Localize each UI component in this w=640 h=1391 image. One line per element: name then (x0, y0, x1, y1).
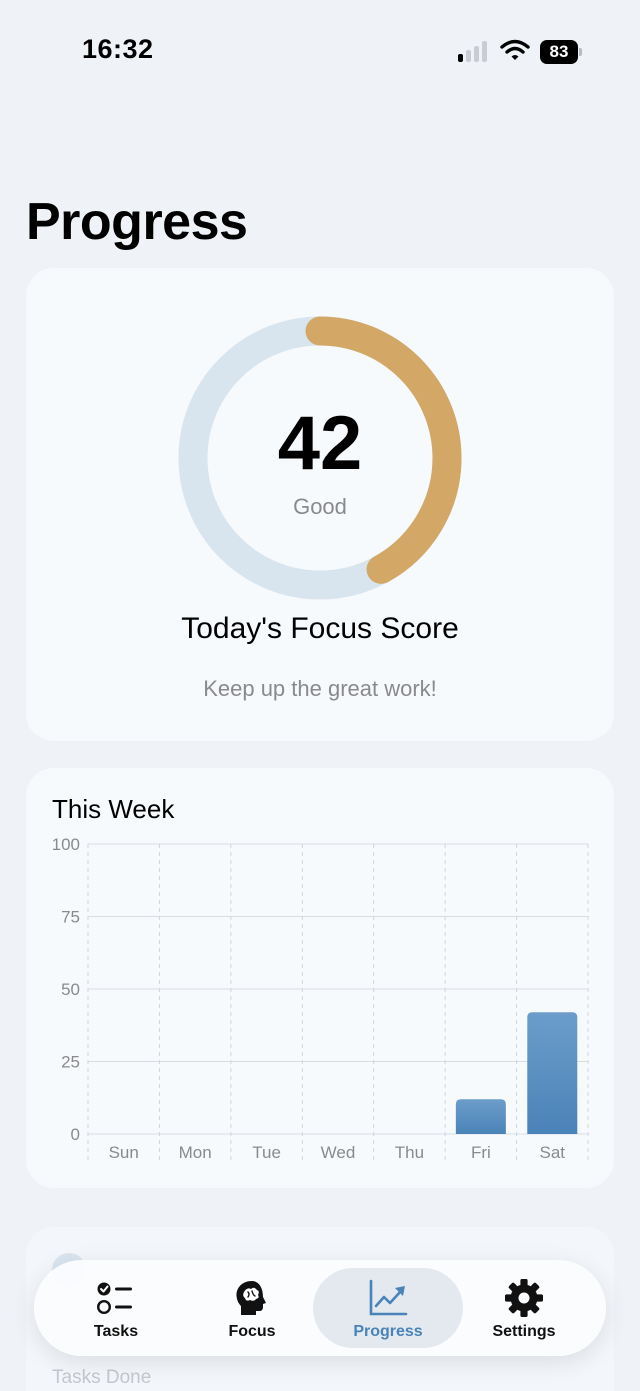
battery-level: 83 (540, 40, 578, 64)
tab-focus[interactable]: Focus (177, 1268, 327, 1348)
y-tick-label: 100 (52, 835, 80, 854)
focus-score-rating: Good (293, 494, 347, 519)
tab-label-progress: Progress (353, 1323, 423, 1340)
tab-label-settings: Settings (492, 1323, 556, 1340)
focus-score-subtitle: Keep up the great work! (203, 676, 437, 701)
tab-label-tasks: Tasks (93, 1323, 139, 1340)
wifi-icon (500, 39, 530, 60)
focus-score-title: Today's Focus Score (181, 612, 459, 645)
tab-settings[interactable]: Settings (449, 1268, 599, 1348)
battery-icon: 83 (540, 40, 584, 64)
brain-head-icon (236, 1281, 266, 1315)
y-tick-label: 0 (71, 1125, 80, 1144)
y-tick-label: 75 (61, 908, 80, 927)
weekly-chart-title: This Week (52, 794, 175, 824)
focus-score-value: 42 (277, 401, 363, 486)
page-title: Progress (26, 193, 248, 251)
status-bar: 16:32 83 (0, 0, 640, 100)
focus-score-card: 42 Good Today's Focus Score Keep up the … (26, 268, 614, 741)
gear-icon (505, 1279, 543, 1317)
chart-trend-icon (369, 1279, 408, 1316)
weekly-bar-chart: 0 25 50 75 100 Sun Mon Tue Wed Thu Fri Sat (52, 835, 589, 1162)
y-tick-label: 25 (61, 1053, 80, 1072)
x-tick-label: Sat (540, 1143, 566, 1162)
tab-label-focus: Focus (228, 1323, 276, 1340)
progress-screen: 16:32 83 Progress 42 Good Today's Focus … (0, 0, 640, 1391)
tab-progress[interactable]: Progress (313, 1268, 463, 1348)
cellular-signal-icon (458, 40, 490, 62)
bar-fri (455, 1099, 506, 1134)
tab-tasks[interactable]: Tasks (41, 1268, 191, 1348)
x-tick-label: Sun (109, 1143, 139, 1162)
weekly-chart-card: 0 25 50 75 100 Sun Mon Tue Wed Thu Fri Sat This Wee… (26, 768, 614, 1188)
checklist-icon (96, 1282, 132, 1315)
status-time: 16:32 (82, 34, 154, 64)
x-tick-label: Tue (252, 1143, 281, 1162)
tasks-done-label: Tasks Done (52, 1367, 152, 1388)
tab-bar: Tasks Focus Progress Settings (34, 1260, 606, 1356)
x-tick-label: Fri (471, 1143, 491, 1162)
x-tick-label: Thu (395, 1143, 424, 1162)
x-tick-label: Mon (179, 1143, 212, 1162)
x-tick-label: Wed (321, 1143, 356, 1162)
y-tick-label: 50 (61, 980, 80, 999)
bar-sat (527, 1012, 578, 1134)
